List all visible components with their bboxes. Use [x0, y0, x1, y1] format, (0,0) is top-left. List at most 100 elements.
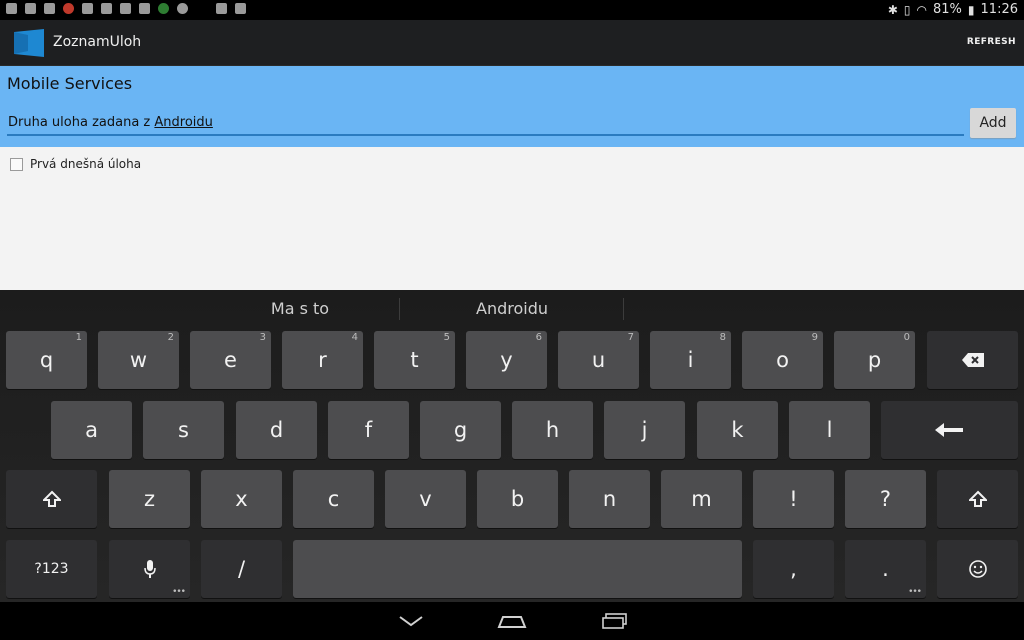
notification-icons: [6, 3, 246, 14]
key-s[interactable]: s: [143, 401, 224, 459]
key-label: t: [410, 348, 419, 372]
key-b[interactable]: b: [477, 470, 558, 528]
suggestion-1[interactable]: Ma s to: [200, 299, 400, 318]
key-n[interactable]: n: [569, 470, 650, 528]
shift-key-right[interactable]: [937, 470, 1018, 528]
emoji-key[interactable]: [937, 540, 1018, 598]
key-label: e: [224, 348, 237, 372]
task-input-text[interactable]: Druha uloha zadana z Androidu: [8, 115, 213, 130]
symbols-key[interactable]: ?123: [6, 540, 97, 598]
spacebar[interactable]: [293, 540, 742, 598]
battery-percent: 81%: [933, 2, 962, 17]
download-icon: [235, 3, 246, 14]
key-p[interactable]: p0: [834, 331, 915, 389]
shift-key-left[interactable]: [6, 470, 97, 528]
task-input-text-composing: Androidu: [154, 115, 213, 130]
suggestion-2[interactable]: Androidu: [400, 299, 624, 318]
play-store-icon: [216, 3, 227, 14]
keyboard-notification-icon: [6, 3, 17, 14]
task-checkbox[interactable]: [10, 157, 23, 171]
suggestion-divider: [623, 298, 624, 320]
task-entry-panel: Mobile Services Druha uloha zadana z And…: [0, 66, 1024, 147]
key-m[interactable]: m: [661, 470, 742, 528]
warning-icon: [101, 3, 112, 14]
key-hint: 3: [259, 332, 266, 343]
key-y[interactable]: y6: [466, 331, 547, 389]
key-question[interactable]: ?: [845, 470, 926, 528]
battery-icon: ▮: [967, 2, 975, 17]
add-button[interactable]: Add: [970, 108, 1016, 138]
recent-apps-icon: [602, 613, 627, 629]
key-t[interactable]: t5: [374, 331, 455, 389]
key-o[interactable]: o9: [742, 331, 823, 389]
app-title: ZoznamUloh: [53, 34, 142, 50]
key-v[interactable]: v: [385, 470, 466, 528]
close-box-icon: [82, 3, 93, 14]
key-label: o: [776, 348, 789, 372]
bluetooth-icon: ✱: [887, 2, 898, 17]
key-hint: 2: [167, 332, 174, 343]
key-hint: 0: [903, 332, 910, 343]
navigation-bar: [0, 602, 1024, 640]
key-q[interactable]: q1: [6, 331, 87, 389]
key-r[interactable]: r4: [282, 331, 363, 389]
soft-keyboard: Ma s to Androidu q1 w2 e3 r4 t5 y6 u7 i8…: [0, 290, 1024, 602]
panel-title: Mobile Services: [7, 74, 133, 93]
more-dots-icon: •••: [172, 587, 186, 597]
system-status: ✱ ▯ ◠ 81% ▮ 11:26: [888, 2, 1018, 17]
key-d[interactable]: d: [236, 401, 317, 459]
key-f[interactable]: f: [328, 401, 409, 459]
key-hint: 1: [75, 332, 82, 343]
home-button[interactable]: [497, 610, 527, 632]
microphone-key[interactable]: •••: [109, 540, 190, 598]
list-item[interactable]: Prvá dnešná úloha: [10, 157, 141, 171]
key-h[interactable]: h: [512, 401, 593, 459]
app-logo-icon[interactable]: [14, 29, 44, 57]
app-badge-icon: [158, 3, 169, 14]
image-icon: [120, 3, 131, 14]
key-x[interactable]: x: [201, 470, 282, 528]
task-input-text-plain: Druha uloha zadana z: [8, 115, 155, 130]
key-hint: 6: [535, 332, 542, 343]
enter-key[interactable]: [881, 401, 1018, 459]
backspace-key[interactable]: [927, 331, 1018, 389]
key-w[interactable]: w2: [98, 331, 179, 389]
vibrate-icon: ▯: [903, 2, 911, 17]
key-label: r: [318, 348, 327, 372]
todo-list: Prvá dnešná úloha: [0, 147, 1024, 290]
key-hint: 5: [443, 332, 450, 343]
key-l[interactable]: l: [789, 401, 870, 459]
key-z[interactable]: z: [109, 470, 190, 528]
key-hint: 9: [811, 332, 818, 343]
key-label: q: [39, 348, 54, 372]
key-u[interactable]: u7: [558, 331, 639, 389]
backspace-icon: [961, 353, 984, 367]
key-label: u: [591, 348, 606, 372]
action-bar: ZoznamUloh REFRESH: [0, 20, 1024, 66]
key-i[interactable]: i8: [650, 331, 731, 389]
home-icon: [497, 616, 527, 628]
key-slash[interactable]: /: [201, 540, 282, 598]
key-exclamation[interactable]: !: [753, 470, 834, 528]
key-comma[interactable]: ,: [753, 540, 834, 598]
key-a[interactable]: a: [51, 401, 132, 459]
key-label: .: [882, 557, 889, 581]
key-k[interactable]: k: [697, 401, 778, 459]
status-bar: ✱ ▯ ◠ 81% ▮ 11:26: [0, 0, 1024, 20]
enter-icon: [934, 423, 963, 437]
key-c[interactable]: c: [293, 470, 374, 528]
key-hint: 8: [719, 332, 726, 343]
key-e[interactable]: e3: [190, 331, 271, 389]
task-label: Prvá dnešná úloha: [30, 157, 142, 171]
key-label: w: [129, 348, 148, 372]
key-period[interactable]: . •••: [845, 540, 926, 598]
key-j[interactable]: j: [604, 401, 685, 459]
sync-icon: [139, 3, 150, 14]
key-hint: 4: [351, 332, 358, 343]
refresh-button[interactable]: REFRESH: [967, 37, 1016, 47]
wifi-icon: ◠: [916, 2, 928, 17]
key-g[interactable]: g: [420, 401, 501, 459]
shift-icon: [42, 490, 61, 507]
hide-keyboard-button[interactable]: [396, 610, 426, 632]
recent-apps-button[interactable]: [600, 610, 630, 632]
